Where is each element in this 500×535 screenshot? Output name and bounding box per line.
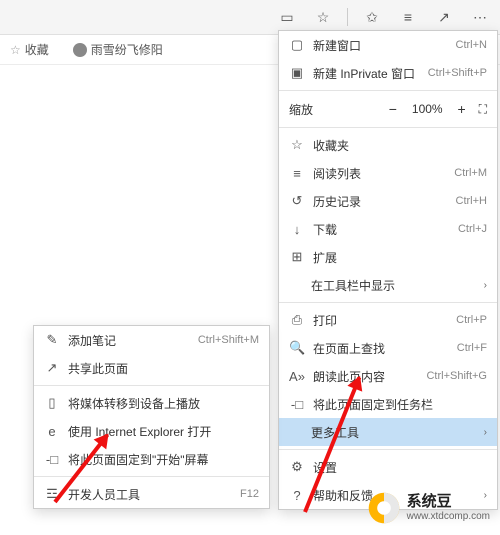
menu-separator bbox=[34, 385, 269, 386]
gear-icon: ⚙ bbox=[289, 459, 305, 475]
inprivate-icon: ▣ bbox=[289, 65, 305, 81]
menu-read-aloud[interactable]: A» 朗读此页内容 Ctrl+Shift+G bbox=[279, 362, 497, 390]
menu-extensions[interactable]: ⊞ 扩展 bbox=[279, 243, 497, 271]
submenu-share[interactable]: ↗ 共享此页面 bbox=[34, 354, 269, 382]
chevron-right-icon: › bbox=[484, 427, 487, 438]
menu-separator bbox=[279, 127, 497, 128]
menu-show-in-toolbar[interactable]: 在工具栏中显示 › bbox=[279, 271, 497, 299]
zoom-out-button[interactable]: − bbox=[382, 98, 404, 120]
watermark-url: www.xtdcomp.com bbox=[407, 511, 490, 522]
zoom-label: 缩放 bbox=[289, 101, 376, 118]
menu-new-window[interactable]: ▢ 新建窗口 Ctrl+N bbox=[279, 31, 497, 59]
watermark: 系统豆 www.xtdcomp.com bbox=[367, 491, 490, 525]
menu-separator bbox=[279, 302, 497, 303]
cast-icon: ▯ bbox=[44, 395, 60, 411]
history-icon: ↺ bbox=[289, 193, 305, 209]
menu-zoom: 缩放 − 100% + ⛶ bbox=[279, 94, 497, 124]
watermark-logo-icon bbox=[367, 491, 401, 525]
download-icon: ↓ bbox=[289, 222, 305, 237]
menu-separator bbox=[279, 90, 497, 91]
zoom-in-button[interactable]: + bbox=[451, 98, 473, 120]
menu-separator bbox=[279, 449, 497, 450]
bookmark-label: 雨雪纷飞修阳 bbox=[91, 41, 163, 58]
favorites-folder[interactable]: ☆ 收藏 bbox=[10, 41, 49, 58]
submenu-add-notes[interactable]: ✎ 添加笔记 Ctrl+Shift+M bbox=[34, 326, 269, 354]
bookmark-item[interactable]: 雨雪纷飞修阳 bbox=[73, 41, 163, 58]
watermark-title: 系统豆 bbox=[407, 494, 490, 511]
favorite-star-icon[interactable]: ☆ bbox=[311, 5, 335, 29]
share-icon[interactable]: ↗ bbox=[432, 5, 456, 29]
menu-reading-list[interactable]: ≡ 阅读列表 Ctrl+M bbox=[279, 159, 497, 187]
help-icon: ? bbox=[289, 488, 305, 503]
main-menu: ▢ 新建窗口 Ctrl+N ▣ 新建 InPrivate 窗口 Ctrl+Shi… bbox=[278, 30, 498, 510]
menu-pin-taskbar[interactable]: -□ 将此页面固定到任务栏 bbox=[279, 390, 497, 418]
zoom-value: 100% bbox=[410, 102, 445, 116]
pin-icon: -□ bbox=[289, 397, 305, 412]
chevron-right-icon: › bbox=[484, 280, 487, 291]
menu-history[interactable]: ↺ 历史记录 Ctrl+H bbox=[279, 187, 497, 215]
star-icon: ☆ bbox=[289, 137, 305, 153]
share-icon: ↗ bbox=[44, 360, 60, 376]
menu-downloads[interactable]: ↓ 下载 Ctrl+J bbox=[279, 215, 497, 243]
menu-new-inprivate[interactable]: ▣ 新建 InPrivate 窗口 Ctrl+Shift+P bbox=[279, 59, 497, 87]
pen-icon: ✎ bbox=[44, 332, 60, 348]
favorites-label: 收藏 bbox=[25, 41, 49, 58]
toolbar-divider bbox=[347, 8, 348, 26]
menu-settings[interactable]: ⚙ 设置 bbox=[279, 453, 497, 481]
window-icon: ▢ bbox=[289, 37, 305, 53]
fullscreen-icon[interactable]: ⛶ bbox=[479, 102, 487, 117]
menu-find[interactable]: 🔍 在页面上查找 Ctrl+F bbox=[279, 334, 497, 362]
star-icon: ☆ bbox=[10, 43, 21, 57]
print-icon: ⎙ bbox=[289, 312, 305, 328]
ie-icon: e bbox=[44, 424, 60, 439]
reading-view-icon[interactable]: ▭ bbox=[275, 5, 299, 29]
pin-icon: -□ bbox=[44, 452, 60, 467]
search-icon: 🔍 bbox=[289, 340, 305, 356]
reading-list-icon: ≡ bbox=[289, 166, 305, 181]
extensions-icon: ⊞ bbox=[289, 249, 305, 265]
favorites-hub-icon[interactable]: ≡ bbox=[396, 5, 420, 29]
user-avatar-icon bbox=[73, 43, 87, 57]
more-icon[interactable]: ⋯ bbox=[468, 5, 492, 29]
submenu-open-ie[interactable]: e 使用 Internet Explorer 打开 bbox=[34, 417, 269, 445]
submenu-pin-start[interactable]: -□ 将此页面固定到"开始"屏幕 bbox=[34, 445, 269, 473]
submenu-cast[interactable]: ▯ 将媒体转移到设备上播放 bbox=[34, 389, 269, 417]
menu-print[interactable]: ⎙ 打印 Ctrl+P bbox=[279, 306, 497, 334]
add-favorite-icon[interactable]: ✩ bbox=[360, 5, 384, 29]
menu-separator bbox=[34, 476, 269, 477]
read-aloud-icon: A» bbox=[289, 369, 305, 384]
menu-favorites[interactable]: ☆ 收藏夹 bbox=[279, 131, 497, 159]
menu-more-tools[interactable]: 更多工具 › bbox=[279, 418, 497, 446]
